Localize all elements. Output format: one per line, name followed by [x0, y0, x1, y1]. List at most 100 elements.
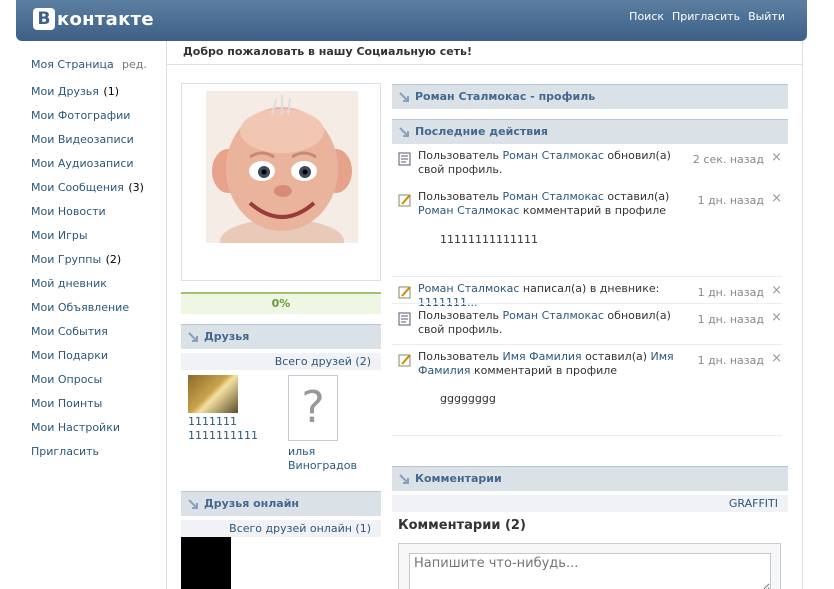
sidebar-item-label[interactable]: Мои События — [31, 323, 108, 341]
sidebar-item-label[interactable]: Мои Группы — [31, 251, 101, 269]
top-header: В контакте Поиск Пригласить Выйти — [16, 0, 807, 41]
sidebar-item-groups[interactable]: Мои Группы (2) — [31, 248, 161, 272]
sidebar-item-friends[interactable]: Мои Друзья (1) — [31, 80, 161, 104]
online-friend-photo[interactable] — [181, 537, 231, 589]
arrow-down-icon — [399, 127, 409, 137]
sidebar-item-label[interactable]: Мои Друзья — [31, 83, 99, 101]
comments-count: (2) — [504, 518, 526, 533]
sidebar-item-diary[interactable]: Мой дневник — [31, 272, 161, 296]
friend-item[interactable]: 1111111 1111111111 — [188, 375, 268, 443]
sidebar-item-label[interactable]: Мои Игры — [31, 227, 88, 245]
sidebar-item-messages[interactable]: Мои Сообщения (3) — [31, 176, 161, 200]
sidebar-item-count: (1) — [103, 85, 119, 98]
friend-item[interactable]: ? илья Виноградов — [288, 375, 368, 473]
activity-item: Пользователь Имя Фамилия оставил(а) Имя … — [398, 350, 788, 390]
sidebar-item-label[interactable]: Мои Настройки — [31, 419, 120, 437]
divider — [392, 344, 782, 345]
sidebar-item-label[interactable]: Мои Подарки — [31, 347, 108, 365]
activity-time: 1 дн. назад — [697, 194, 764, 207]
friend-name[interactable]: 1111111 1111111111 — [188, 415, 268, 443]
friend-photo[interactable] — [188, 375, 238, 413]
delete-icon[interactable]: × — [771, 311, 782, 325]
sidebar-item-points[interactable]: Мои Поинты — [31, 392, 161, 416]
section-title: Комментарии — [415, 472, 502, 485]
section-title: Роман Сталмокас - профиль — [415, 90, 596, 103]
sidebar-item-label[interactable]: Пригласить — [31, 443, 99, 461]
all-friends-link[interactable]: Всего друзей (2) — [181, 353, 381, 370]
delete-icon[interactable]: × — [771, 352, 782, 366]
activity-comment-text: gggggggg — [440, 392, 496, 405]
profile-header[interactable]: Роман Сталмокас - профиль — [392, 84, 788, 109]
sidebar-item-label[interactable]: Мои Видеозаписи — [31, 131, 134, 149]
sidebar-item-label[interactable]: Мои Новости — [31, 203, 106, 221]
comments-header[interactable]: Комментарии — [392, 466, 788, 491]
friends-online-header[interactable]: Друзья онлайн — [181, 491, 381, 516]
activity-user-link[interactable]: Роман Сталмокас — [503, 190, 604, 203]
sidebar-item-events[interactable]: Мои События — [31, 320, 161, 344]
section-title: Друзья онлайн — [204, 497, 300, 510]
profile-avatar[interactable] — [206, 91, 358, 243]
sidebar-item-label[interactable]: Мои Объявление — [31, 299, 129, 317]
sidebar-item-label[interactable]: Мои Аудиозаписи — [31, 155, 134, 173]
activity-user-link[interactable]: Роман Сталмокас — [418, 282, 519, 295]
section-title: Последние действия — [415, 125, 548, 138]
sidebar-item-gifts[interactable]: Мои Подарки — [31, 344, 161, 368]
avatar-face-icon — [206, 91, 358, 243]
arrow-down-icon — [399, 474, 409, 484]
sidebar-item-games[interactable]: Мои Игры — [31, 224, 161, 248]
sidebar-item-polls[interactable]: Мои Опросы — [31, 368, 161, 392]
nav-search[interactable]: Поиск — [629, 10, 664, 23]
activity-text: Пользователь Роман Сталмокас обновил(а) … — [418, 309, 683, 337]
friends-section-header[interactable]: Друзья — [181, 324, 381, 349]
friend-name[interactable]: илья Виноградов — [288, 445, 368, 473]
sidebar-item-invite[interactable]: Пригласить — [31, 440, 161, 464]
diary-icon — [398, 286, 411, 299]
activity-plain: Пользователь — [418, 190, 503, 203]
activity-user-link[interactable]: Роман Сталмокас — [503, 149, 604, 162]
sidebar-item-label[interactable]: Мой дневник — [31, 275, 107, 293]
logo-letter: В — [33, 8, 55, 30]
sidebar-item-count: (2) — [105, 253, 122, 266]
arrow-down-icon — [399, 92, 409, 102]
arrow-down-icon — [188, 499, 198, 509]
sidebar-item-ads[interactable]: Мои Объявление — [31, 296, 161, 320]
sidebar-item-label[interactable]: Мои Поинты — [31, 395, 102, 413]
divider — [392, 303, 782, 304]
delete-icon[interactable]: × — [771, 192, 782, 206]
no-photo-icon[interactable]: ? — [288, 375, 338, 441]
sidebar-item-audio[interactable]: Мои Аудиозаписи — [31, 152, 161, 176]
delete-icon[interactable]: × — [771, 284, 782, 298]
activity-plain: оставил(а) — [581, 350, 651, 363]
sidebar-item-label[interactable]: Моя Страница — [31, 56, 114, 74]
site-logo[interactable]: В контакте — [33, 8, 154, 30]
graffiti-link[interactable]: GRAFFITI — [392, 495, 788, 512]
sidebar-item-label[interactable]: Мои Фотографии — [31, 107, 130, 125]
comment-input[interactable] — [409, 553, 771, 589]
all-online-friends-link[interactable]: Всего друзей онлайн (1) — [181, 520, 381, 537]
activity-user-link[interactable]: Роман Сталмокас — [503, 309, 604, 322]
activity-target-link[interactable]: Роман Сталмокас — [418, 204, 519, 217]
sidebar-item-my-page[interactable]: Моя Страница ред. — [31, 56, 161, 74]
activity-text: Пользователь Роман Сталмокас оставил(а) … — [418, 190, 683, 218]
comment-icon — [398, 354, 411, 367]
nav-invite[interactable]: Пригласить — [672, 10, 740, 23]
profile-photo-box — [181, 83, 381, 281]
activity-plain: комментарий в профиле — [470, 364, 618, 377]
activity-item: Пользователь Роман Сталмокас оставил(а) … — [398, 190, 788, 230]
sidebar-item-videos[interactable]: Мои Видеозаписи — [31, 128, 161, 152]
delete-icon[interactable]: × — [771, 151, 782, 165]
edit-link[interactable]: ред. — [122, 56, 147, 74]
activity-plain: Пользователь — [418, 149, 503, 162]
divider — [392, 276, 782, 277]
activity-user-link[interactable]: Имя Фамилия — [503, 350, 582, 363]
sidebar-item-label[interactable]: Мои Сообщения — [31, 179, 124, 197]
sidebar-item-photos[interactable]: Мои Фотографии — [31, 104, 161, 128]
profile-rating-bar: 0% — [181, 292, 381, 314]
sidebar-item-news[interactable]: Мои Новости — [31, 200, 161, 224]
activity-header[interactable]: Последние действия — [392, 119, 788, 144]
nav-logout[interactable]: Выйти — [748, 10, 785, 23]
sidebar-item-label[interactable]: Мои Опросы — [31, 371, 102, 389]
sidebar-item-settings[interactable]: Мои Настройки — [31, 416, 161, 440]
activity-text: Роман Сталмокас написал(а) в дневнике: 1… — [418, 282, 683, 310]
activity-item: Пользователь Роман Сталмокас обновил(а) … — [398, 149, 788, 189]
